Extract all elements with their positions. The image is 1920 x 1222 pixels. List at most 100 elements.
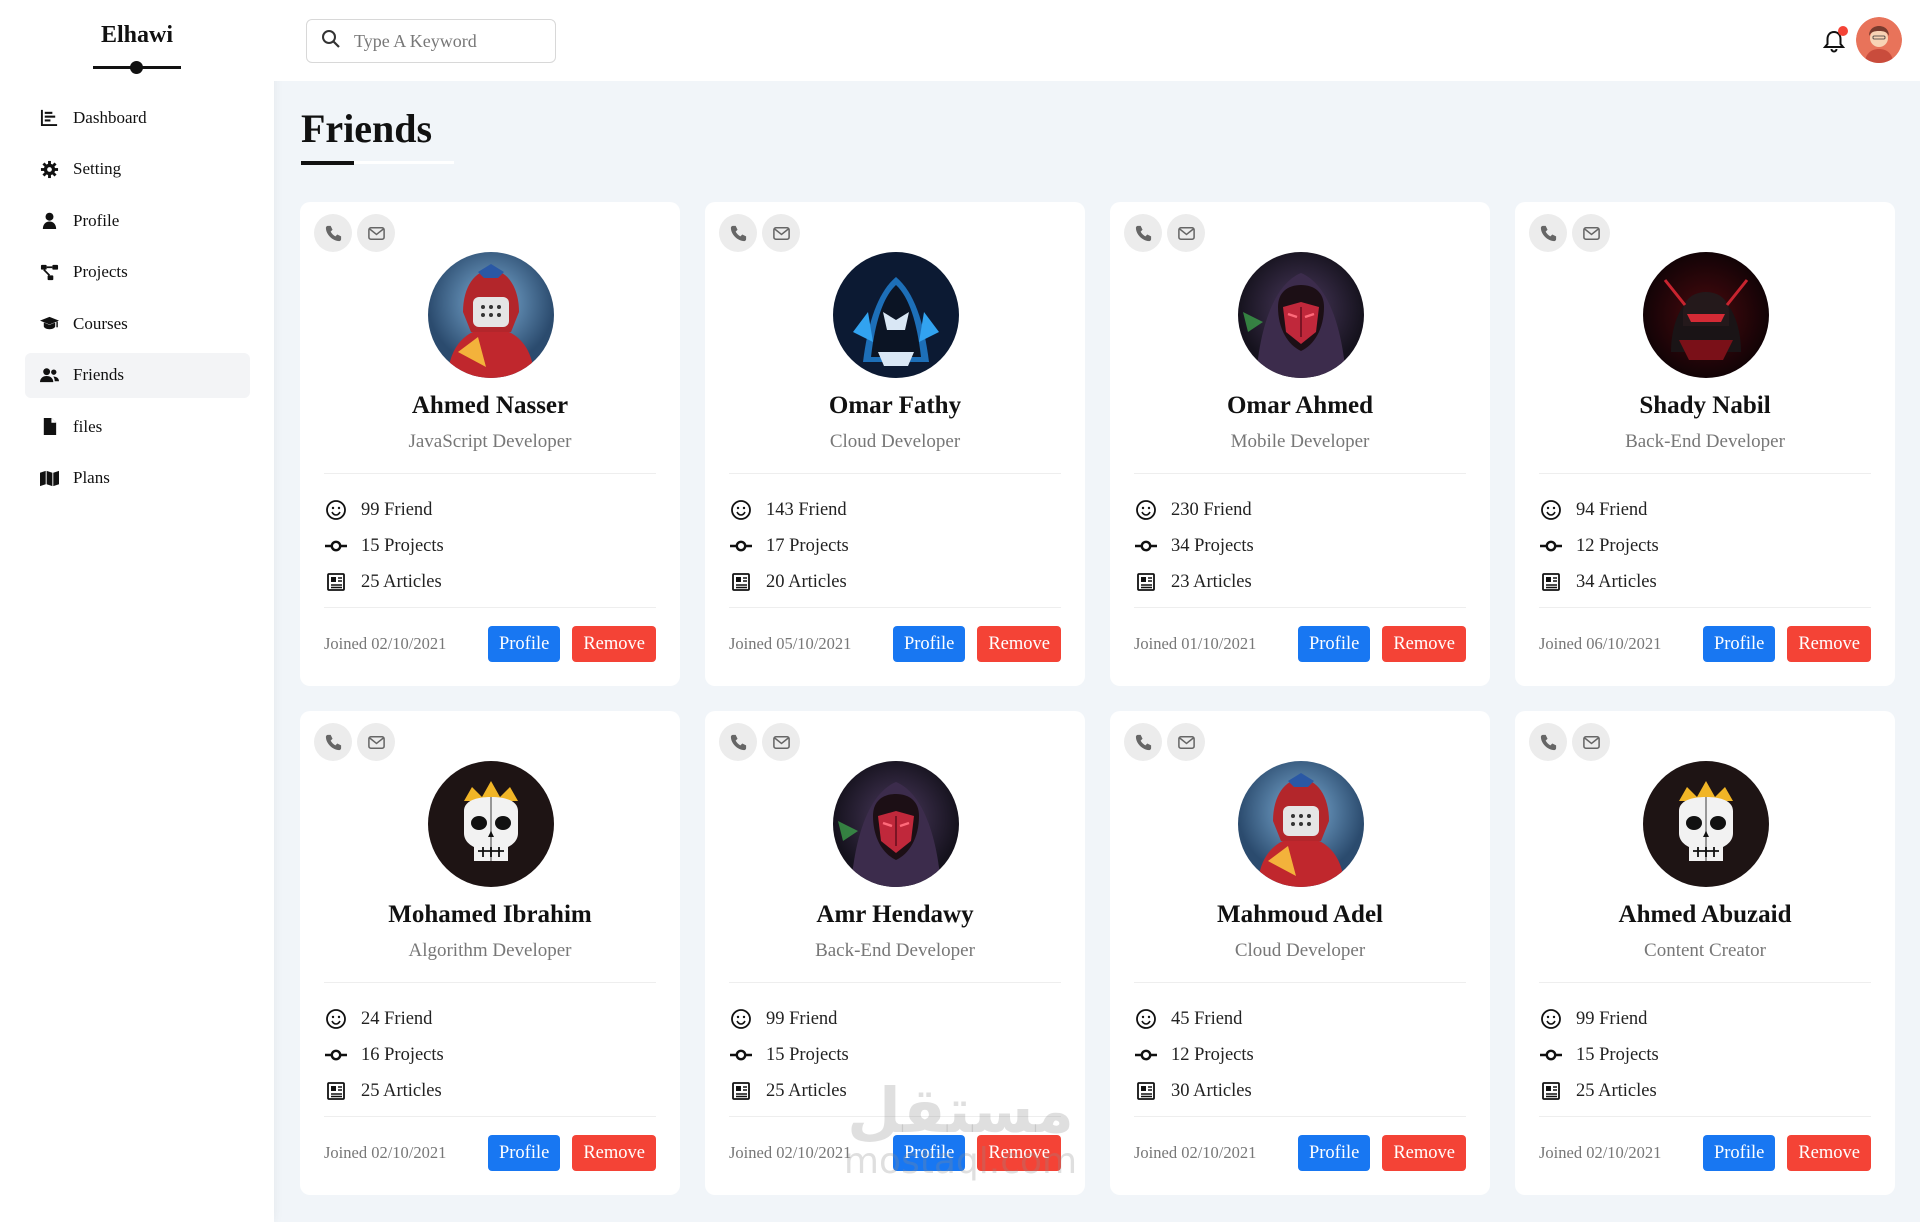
search-icon bbox=[321, 29, 341, 54]
friend-card: Omar Ahmed Mobile Developer 230 Friend 3… bbox=[1110, 202, 1490, 686]
sidebar-item-setting[interactable]: Setting bbox=[25, 147, 250, 192]
friend-count: 99 Friend bbox=[729, 1001, 1059, 1037]
remove-button[interactable]: Remove bbox=[1787, 1135, 1871, 1171]
dark-red-ninja-avatar bbox=[1643, 252, 1769, 378]
message-button[interactable] bbox=[1167, 723, 1205, 761]
call-button[interactable] bbox=[719, 214, 757, 252]
remove-button[interactable]: Remove bbox=[1787, 626, 1871, 662]
sidebar-item-projects[interactable]: Projects bbox=[25, 250, 250, 295]
card-divider bbox=[729, 473, 1061, 474]
call-button[interactable] bbox=[1529, 214, 1567, 252]
message-button[interactable] bbox=[1572, 214, 1610, 252]
call-button[interactable] bbox=[1124, 723, 1162, 761]
friend-stats: 143 Friend 17 Projects 20 Articles bbox=[729, 492, 1059, 600]
project-count: 16 Projects bbox=[324, 1037, 654, 1073]
call-button[interactable] bbox=[314, 214, 352, 252]
call-button[interactable] bbox=[719, 723, 757, 761]
notification-bell[interactable] bbox=[1822, 26, 1848, 54]
message-button[interactable] bbox=[1572, 723, 1610, 761]
article-count-text: 20 Articles bbox=[766, 571, 847, 592]
message-button[interactable] bbox=[357, 723, 395, 761]
profile-button[interactable]: Profile bbox=[487, 1135, 561, 1171]
friend-role: JavaScript Developer bbox=[408, 431, 572, 452]
newspaper-icon bbox=[1134, 570, 1158, 594]
friend-name: Omar Ahmed bbox=[1226, 392, 1374, 419]
sidebar-item-friends[interactable]: Friends bbox=[25, 352, 250, 398]
message-button[interactable] bbox=[762, 214, 800, 252]
friend-stats: 45 Friend 12 Projects 30 Articles bbox=[1134, 1001, 1464, 1109]
remove-button[interactable]: Remove bbox=[572, 626, 656, 662]
friend-role: Back-End Developer bbox=[815, 940, 975, 961]
card-footer: Joined 01/10/2021 Profile Remove bbox=[1134, 626, 1466, 662]
brand-underline-dot bbox=[130, 61, 143, 74]
call-button[interactable] bbox=[1124, 214, 1162, 252]
card-footer: Joined 06/10/2021 Profile Remove bbox=[1539, 626, 1871, 662]
envelope-icon bbox=[1177, 226, 1195, 240]
sidebar-nav: Dashboard Setting Profile Projects Cours… bbox=[25, 95, 250, 507]
friend-role: Cloud Developer bbox=[1234, 940, 1366, 961]
call-button[interactable] bbox=[1529, 723, 1567, 761]
joined-date: Joined 01/10/2021 bbox=[1134, 634, 1257, 653]
profile-button[interactable]: Profile bbox=[892, 1135, 966, 1171]
friend-count: 99 Friend bbox=[324, 492, 654, 528]
code-commit-icon bbox=[729, 1043, 753, 1067]
message-button[interactable] bbox=[357, 214, 395, 252]
friend-count: 45 Friend bbox=[1134, 1001, 1464, 1037]
sidebar-item-label: Profile bbox=[73, 210, 120, 230]
sidebar-item-dashboard[interactable]: Dashboard bbox=[25, 95, 250, 140]
joined-date: Joined 02/10/2021 bbox=[729, 1143, 852, 1162]
profile-button[interactable]: Profile bbox=[1297, 626, 1371, 662]
article-count: 25 Articles bbox=[324, 564, 654, 600]
profile-button[interactable]: Profile bbox=[1702, 626, 1776, 662]
friend-count-text: 143 Friend bbox=[766, 499, 847, 520]
profile-button[interactable]: Profile bbox=[892, 626, 966, 662]
sidebar-item-plans[interactable]: Plans bbox=[25, 456, 250, 501]
message-button[interactable] bbox=[762, 723, 800, 761]
remove-button[interactable]: Remove bbox=[1382, 626, 1466, 662]
project-count-text: 34 Projects bbox=[1171, 535, 1254, 556]
project-count: 15 Projects bbox=[729, 1037, 1059, 1073]
sidebar-item-profile[interactable]: Profile bbox=[25, 198, 250, 243]
remove-button[interactable]: Remove bbox=[1382, 1135, 1466, 1171]
remove-button[interactable]: Remove bbox=[977, 626, 1061, 662]
joined-date: Joined 02/10/2021 bbox=[324, 1143, 447, 1162]
search-box[interactable] bbox=[306, 19, 556, 63]
chart-bar-icon bbox=[39, 108, 59, 128]
profile-button[interactable]: Profile bbox=[1702, 1135, 1776, 1171]
call-button[interactable] bbox=[314, 723, 352, 761]
friend-card: Shady Nabil Back-End Developer 94 Friend… bbox=[1515, 202, 1895, 686]
remove-button[interactable]: Remove bbox=[572, 1135, 656, 1171]
sidebar-item-files[interactable]: files bbox=[25, 404, 250, 449]
code-commit-icon bbox=[729, 534, 753, 558]
profile-button[interactable]: Profile bbox=[1297, 1135, 1371, 1171]
profile-button[interactable]: Profile bbox=[487, 626, 561, 662]
top-header bbox=[274, 0, 1920, 81]
project-count-text: 16 Projects bbox=[361, 1044, 444, 1065]
friend-stats: 99 Friend 15 Projects 25 Articles bbox=[729, 1001, 1059, 1109]
code-commit-icon bbox=[1539, 534, 1563, 558]
card-divider bbox=[1134, 473, 1466, 474]
search-input[interactable] bbox=[354, 30, 544, 52]
friend-role: Content Creator bbox=[1644, 940, 1766, 961]
sidebar-item-courses[interactable]: Courses bbox=[25, 301, 250, 346]
card-divider bbox=[324, 607, 656, 608]
card-divider bbox=[1134, 1116, 1466, 1117]
smile-icon bbox=[729, 498, 753, 522]
gear-icon bbox=[39, 159, 59, 179]
friend-count-text: 99 Friend bbox=[361, 499, 433, 520]
sidebar-item-label: Projects bbox=[73, 262, 128, 281]
message-button[interactable] bbox=[1167, 214, 1205, 252]
phone-icon bbox=[325, 225, 341, 241]
remove-button[interactable]: Remove bbox=[977, 1135, 1061, 1171]
friend-count: 230 Friend bbox=[1134, 492, 1464, 528]
code-commit-icon bbox=[324, 534, 348, 558]
project-count-text: 17 Projects bbox=[766, 535, 849, 556]
friend-role: Back-End Developer bbox=[1625, 431, 1785, 452]
user-icon bbox=[39, 211, 59, 231]
user-avatar[interactable] bbox=[1856, 17, 1902, 63]
friend-count-text: 45 Friend bbox=[1171, 1008, 1243, 1029]
phone-icon bbox=[1540, 225, 1556, 241]
phone-icon bbox=[1135, 734, 1151, 750]
smile-icon bbox=[729, 1007, 753, 1031]
sidebar: Elhawi Dashboard Setting Profile Project bbox=[0, 0, 274, 1222]
